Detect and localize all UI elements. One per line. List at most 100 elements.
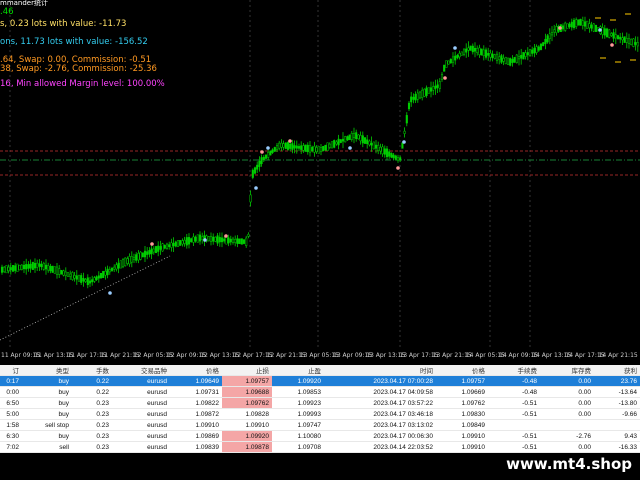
table-cell: -0.48 [488, 386, 540, 398]
candle-body [306, 144, 309, 153]
candle-body [322, 146, 325, 152]
trade-marker [443, 76, 447, 80]
candle-body [476, 48, 479, 54]
table-cell: buy [22, 375, 72, 387]
column-header[interactable]: 手续费 [488, 365, 540, 376]
candle-body [69, 273, 72, 277]
candle-body [498, 56, 501, 60]
candle-body [524, 52, 527, 57]
table-cell: sell stop [22, 419, 72, 431]
table-cell: 0.22 [72, 375, 112, 387]
candle-body [5, 265, 8, 274]
candle-body [251, 169, 254, 178]
candle-body [51, 265, 54, 273]
candle-body [110, 267, 114, 271]
ea-stat-line-6: 16, Min allowed Margin level: 100.00% [0, 79, 165, 89]
table-row[interactable]: 6:50 buy 0.23 eurusd 1.09822 1.09762 1.09923 20… [0, 397, 640, 409]
candle-body [291, 143, 294, 150]
table-cell: 23.76 [594, 375, 640, 387]
candle-body [590, 24, 593, 29]
table-cell: 1.09993 [272, 408, 324, 420]
candle-body [605, 28, 609, 38]
table-row[interactable]: 0:17 buy 0.22 eurusd 1.09649 1.09757 1.09920 20… [0, 375, 640, 387]
column-header[interactable]: 时间 [324, 365, 436, 376]
candle-body [27, 264, 30, 269]
candle-body [416, 92, 419, 100]
column-header[interactable]: 获利 [594, 365, 640, 376]
table-row[interactable]: 0:00 buy 0.22 eurusd 1.09731 1.09688 1.09853 20… [0, 386, 640, 398]
candle-body [568, 23, 571, 28]
candle-body [271, 149, 274, 153]
candle-body [311, 146, 314, 152]
candle-body [594, 24, 598, 32]
candle-body [190, 238, 193, 243]
candle-body [625, 38, 628, 43]
candle-body [401, 142, 404, 149]
candle-body [352, 133, 356, 138]
table-cell: 1.10080 [272, 430, 324, 442]
table-cell: 6:50 [0, 397, 22, 409]
candle-body [289, 143, 292, 149]
column-header[interactable]: 类型 [22, 365, 72, 376]
table-cell: eurusd [112, 408, 170, 420]
column-header[interactable]: 交易品种 [112, 365, 170, 376]
candle-body [403, 130, 406, 134]
candle-body [106, 268, 109, 276]
candle-body [423, 88, 426, 97]
candle-body [555, 26, 558, 33]
column-header[interactable]: 止盈 [272, 365, 324, 376]
column-header[interactable]: 订 [0, 365, 22, 376]
candle-body [346, 136, 349, 141]
table-cell: -9.66 [594, 408, 640, 420]
candle-body [566, 23, 569, 29]
candle-body [553, 29, 556, 33]
table-row[interactable]: 5:00 buy 0.23 eurusd 1.09872 1.09828 1.09993 20… [0, 408, 640, 420]
table-cell: 0.23 [72, 419, 112, 431]
table-cell [488, 419, 540, 431]
candle-body [586, 20, 589, 29]
candle-body [612, 32, 615, 39]
candle-body [249, 194, 252, 203]
candle-body [363, 137, 367, 144]
table-cell: 0.00 [540, 397, 594, 409]
ea-stat-line-5: 38, Swap: -2.76, Commission: -25.36 [0, 64, 157, 74]
ea-stat-line-1: .46 [0, 7, 14, 17]
candle-body [223, 238, 226, 242]
table-cell: eurusd [112, 441, 170, 453]
table-cell: 2023.04.17 04:09:58 [324, 386, 436, 398]
candle-body [231, 238, 235, 243]
candle-body [295, 145, 298, 149]
candle-body [53, 266, 56, 274]
candle-body [636, 42, 639, 47]
price-chart[interactable]: mmander统计 .46 s, 0.23 lots with value: -… [0, 0, 640, 365]
table-cell: buy [22, 397, 72, 409]
candle-body [216, 235, 219, 244]
candle-body [368, 140, 371, 146]
column-header[interactable]: 手数 [72, 365, 112, 376]
candle-body [22, 264, 26, 270]
candle-body [97, 275, 100, 279]
candle-body [31, 261, 34, 270]
column-header[interactable]: 止损 [222, 365, 272, 376]
table-row[interactable]: 1:58 sell stop 0.23 eurusd 1.09910 1.09910 1.0… [0, 419, 640, 431]
candle-body [179, 240, 182, 246]
candle-body [308, 145, 312, 153]
candle-body [405, 115, 408, 124]
candle-body [234, 239, 237, 243]
column-header[interactable]: 价格 [436, 365, 488, 376]
table-cell: -2.76 [540, 430, 594, 442]
table-cell: 2023.04.17 03:46:18 [324, 408, 436, 420]
trade-marker [266, 146, 270, 150]
table-row[interactable]: 7:02 sell 0.23 eurusd 1.09839 1.09878 1.09708 2… [0, 441, 640, 453]
trade-terminal[interactable]: 订类型 手数 交易品种 价格 止损 止盈 时间 价格 手续费 库存费 获利 0:17 buy 0.22 e… [0, 365, 640, 453]
table-row[interactable]: 6:30 buy 0.23 eurusd 1.09869 1.09920 1.10080 20… [0, 430, 640, 442]
candle-body [550, 31, 554, 36]
candle-body [414, 93, 417, 101]
candle-body [467, 47, 470, 51]
candle-body [390, 152, 393, 158]
candle-body [432, 86, 435, 91]
column-header[interactable]: 库存费 [540, 365, 594, 376]
column-header[interactable]: 价格 [170, 365, 222, 376]
candle-body [253, 167, 257, 174]
trade-marker [288, 139, 292, 143]
